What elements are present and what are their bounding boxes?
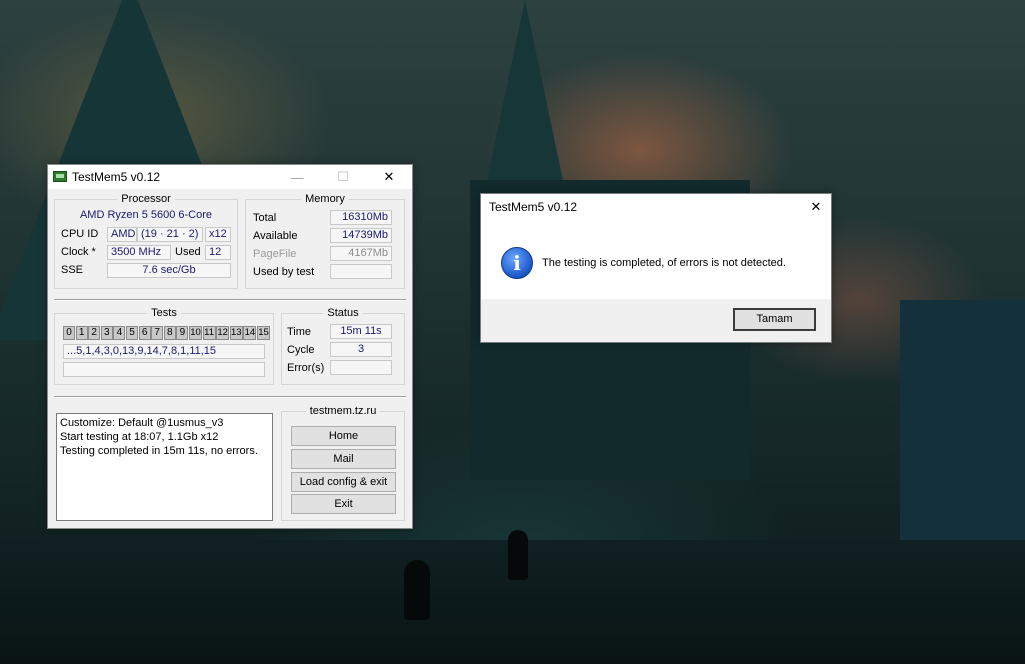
test-cell-15: 15 xyxy=(257,326,270,340)
test-cell-11: 11 xyxy=(202,326,216,340)
cpu-name: AMD Ryzen 5 5600 6-Core xyxy=(79,209,213,221)
test-cell-3: 3 xyxy=(100,326,113,340)
cycle-label: Cycle xyxy=(287,344,315,356)
dialog-titlebar[interactable]: TestMem5 v0.12 ✕ xyxy=(481,194,831,220)
wallpaper-figure xyxy=(508,530,528,580)
tests-group: Tests 0 1 2 3 4 5 6 7 8 9 10 11 12 13 14 15 ...5,1,4,3,… xyxy=(54,307,274,385)
load-config-exit-button[interactable]: Load config & exit xyxy=(291,472,396,492)
cpu-id-label: CPU ID xyxy=(61,228,99,240)
wallpaper-castle xyxy=(900,300,1025,560)
processor-group-title: Processor xyxy=(117,193,175,205)
test-cell-13: 13 xyxy=(229,326,243,340)
separator xyxy=(54,396,406,398)
memory-group: Memory Total 16310Mb Available 14739Mb P… xyxy=(245,193,405,289)
dialog-title: TestMem5 v0.12 xyxy=(489,200,578,214)
test-cell-6: 6 xyxy=(138,326,151,340)
website-title: testmem.tz.ru xyxy=(305,405,381,417)
close-button[interactable]: ✕ xyxy=(366,165,412,189)
test-cell-5: 5 xyxy=(126,326,138,340)
used-label: Used xyxy=(175,246,201,258)
errors-label: Error(s) xyxy=(287,362,325,374)
used-by-test-field xyxy=(330,264,392,279)
wallpaper-spire xyxy=(485,0,565,190)
maximize-button[interactable]: ☐ xyxy=(320,165,366,189)
log-line: Testing completed in 15m 11s, no errors. xyxy=(60,445,258,457)
test-cell-12: 12 xyxy=(216,326,230,340)
used-by-test-label: Used by test xyxy=(253,266,315,278)
mail-button[interactable]: Mail xyxy=(291,449,396,469)
status-group-title: Status xyxy=(323,307,363,319)
pagefile-label: PageFile xyxy=(253,248,297,260)
time-label: Time xyxy=(287,326,312,338)
cycle-field: 3 xyxy=(330,342,392,357)
available-label: Available xyxy=(253,230,298,242)
tests-group-title: Tests xyxy=(147,307,181,319)
main-window-title: TestMem5 v0.12 xyxy=(72,170,161,184)
log-line: Start testing at 18:07, 1.1Gb x12 xyxy=(60,431,219,443)
sse-label: SSE xyxy=(61,264,84,276)
testmem-app-icon xyxy=(53,171,67,182)
clock-field: 3500 MHz xyxy=(107,245,171,260)
total-field: 16310Mb xyxy=(330,210,392,225)
test-cell-9: 9 xyxy=(176,326,189,340)
time-field: 15m 11s xyxy=(330,324,392,339)
links-group: testmem.tz.ru Home Mail Load config & ex… xyxy=(281,405,405,521)
errors-field xyxy=(330,360,392,375)
cpu-vendor-field: AMD xyxy=(107,227,137,242)
test-cell-8: 8 xyxy=(163,326,176,340)
processor-group: Processor AMD Ryzen 5 5600 6-Core CPU ID… xyxy=(54,193,238,289)
test-cell-1: 1 xyxy=(75,326,88,340)
test-cell-7: 7 xyxy=(151,326,164,340)
separator xyxy=(54,299,406,301)
clock-label: Clock * xyxy=(61,246,96,258)
status-group: Status Time 15m 11s Cycle 3 Error(s) xyxy=(281,307,405,385)
test-progress-field xyxy=(63,362,265,377)
log-textbox[interactable]: Customize: Default @1usmus_v3 Start test… xyxy=(56,413,273,521)
cpu-threads-field: x12 xyxy=(205,227,231,242)
ok-button[interactable]: Tamam xyxy=(733,308,816,331)
home-button[interactable]: Home xyxy=(291,426,396,446)
test-cell-10: 10 xyxy=(189,326,202,340)
available-field: 14739Mb xyxy=(330,228,392,243)
test-cell-0: 0 xyxy=(63,326,75,340)
pagefile-field: 4167Mb xyxy=(330,246,392,261)
wallpaper-figure xyxy=(404,560,430,620)
sse-field: 7.6 sec/Gb xyxy=(107,263,231,278)
info-icon: i xyxy=(501,247,533,279)
test-cell-4: 4 xyxy=(113,326,126,340)
minimize-button[interactable]: — xyxy=(274,165,320,189)
test-cell-14: 14 xyxy=(243,326,257,340)
used-field: 12 xyxy=(205,245,231,260)
dialog-message: The testing is completed, of errors is n… xyxy=(542,257,786,269)
cpu-id-field: (19 · 21 · 2) xyxy=(137,227,203,242)
exit-button[interactable]: Exit xyxy=(291,494,396,514)
total-label: Total xyxy=(253,212,277,224)
dialog-footer: Tamam xyxy=(481,299,831,342)
main-titlebar[interactable]: TestMem5 v0.12 — ☐ ✕ xyxy=(48,165,412,189)
testmem-main-window: TestMem5 v0.12 — ☐ ✕ Processor AMD Ryzen… xyxy=(47,164,413,529)
test-sequence-field: ...5,1,4,3,0,13,9,14,7,8,1,11,15 xyxy=(63,344,265,359)
dialog-close-button[interactable]: ✕ xyxy=(799,194,833,220)
completion-dialog: TestMem5 v0.12 ✕ i The testing is comple… xyxy=(480,193,832,343)
test-cell-2: 2 xyxy=(88,326,101,340)
log-line: Customize: Default @1usmus_v3 xyxy=(60,417,224,429)
memory-group-title: Memory xyxy=(301,193,349,205)
